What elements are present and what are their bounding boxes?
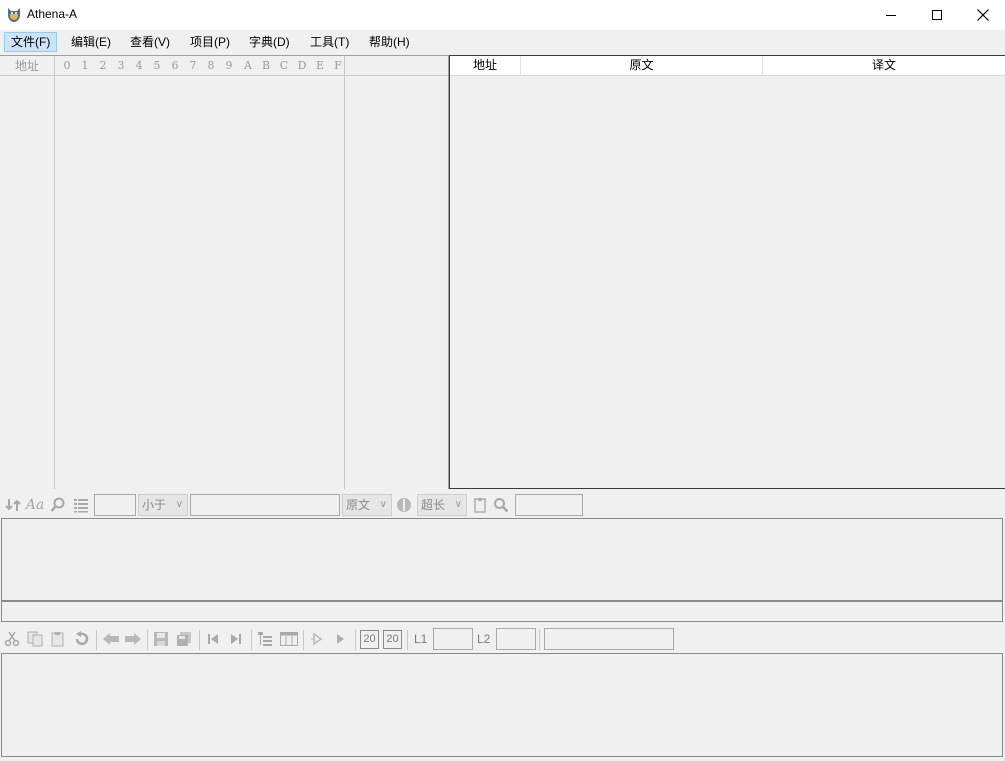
minimize-icon: [886, 15, 896, 16]
hex-digit-header: D: [297, 59, 307, 72]
status-field[interactable]: [544, 628, 674, 650]
hex-digit-header: 5: [153, 59, 161, 72]
compare-select[interactable]: 小于 ∨: [138, 494, 188, 516]
menu-dictionary[interactable]: 字典(D): [242, 32, 297, 52]
close-icon: [977, 9, 989, 21]
column-original[interactable]: 原文: [521, 56, 763, 76]
toolbar-separator: [147, 630, 148, 650]
l1-label: L1: [414, 632, 428, 646]
translation-text-area[interactable]: [1, 653, 1003, 757]
find-input[interactable]: [515, 494, 583, 516]
text-type-select-value: 原文: [346, 498, 371, 512]
hex-digit-header: C: [279, 59, 289, 72]
undo-icon[interactable]: [72, 630, 90, 648]
menu-edit[interactable]: 编辑(E): [64, 32, 118, 52]
search-icon[interactable]: [49, 496, 67, 514]
hex-digit-header: 8: [207, 59, 215, 72]
copy-icon[interactable]: [26, 630, 44, 648]
maximize-icon: [932, 10, 942, 20]
minimize-button[interactable]: [868, 0, 914, 30]
hex-view-panel[interactable]: 地址 0123456789ABCDEF: [0, 55, 449, 489]
arrow-left-icon[interactable]: [101, 630, 121, 648]
hex-digit-header: 9: [225, 59, 233, 72]
chevron-down-icon: ∨: [379, 499, 387, 510]
hex-digit-header: 0: [63, 59, 71, 72]
close-button[interactable]: [960, 0, 1005, 30]
paste-icon[interactable]: [49, 630, 67, 648]
menu-view[interactable]: 查看(V): [123, 32, 177, 52]
menu-project[interactable]: 项目(P): [183, 32, 237, 52]
first-item-icon[interactable]: [204, 630, 222, 648]
save-all-icon[interactable]: [175, 630, 193, 648]
hex-column-header: 0123456789ABCDEF: [55, 56, 344, 76]
hex-address-header: 地址: [0, 56, 54, 76]
find-icon[interactable]: [492, 496, 510, 514]
menu-tools[interactable]: 工具(T): [303, 32, 356, 52]
title-bar: Athena-A: [0, 0, 1005, 30]
hex-digit-header: 1: [81, 59, 89, 72]
tag-button-b[interactable]: 20: [383, 630, 402, 649]
font-icon[interactable]: Aa: [26, 496, 44, 514]
toolbar-separator: [355, 630, 356, 650]
hex-digit-header: E: [315, 59, 325, 72]
length-filter-select-value: 超长: [421, 498, 446, 512]
maximize-button[interactable]: [914, 0, 960, 30]
original-text-area[interactable]: [1, 518, 1003, 601]
save-icon[interactable]: [152, 630, 170, 648]
string-list-header: 地址 原文 译文: [450, 56, 1005, 76]
toolbar-separator: [96, 630, 97, 650]
window-title: Athena-A: [27, 7, 78, 21]
toolbar-separator: [539, 630, 540, 650]
length-filter-select[interactable]: 超长 ∨: [417, 494, 467, 516]
step-next-icon[interactable]: [309, 630, 327, 648]
hex-digit-header: A: [244, 59, 252, 72]
columns-icon[interactable]: [279, 630, 299, 648]
list-icon[interactable]: [72, 496, 90, 514]
tag-button-a[interactable]: 20: [360, 630, 379, 649]
hex-digit-header: 6: [171, 59, 179, 72]
hex-ascii-header: [345, 56, 448, 76]
chevron-down-icon: ∨: [175, 499, 183, 510]
string-list-panel[interactable]: 地址 原文 译文: [449, 55, 1005, 489]
compare-select-value: 小于: [142, 498, 167, 512]
last-item-icon[interactable]: [227, 630, 245, 648]
info-line[interactable]: [1, 601, 1003, 622]
l2-label: L2: [477, 632, 491, 646]
chevron-down-icon: ∨: [454, 499, 462, 510]
menu-file[interactable]: 文件(F): [4, 32, 58, 52]
text-type-select[interactable]: 原文 ∨: [342, 494, 392, 516]
menu-help[interactable]: 帮助(H): [362, 32, 417, 52]
hex-digit-header: B: [261, 59, 271, 72]
refresh-icon[interactable]: [4, 496, 22, 514]
hex-digit-header: 3: [117, 59, 125, 72]
play-icon[interactable]: [331, 630, 349, 648]
hex-digit-header: 2: [99, 59, 107, 72]
l1-input[interactable]: [433, 628, 473, 650]
filter-toolbar: Aa 小于 ∨ 原文 ∨ 超长 ∨: [0, 492, 1005, 518]
hex-digit-header: 7: [189, 59, 197, 72]
hex-digit-header: 4: [135, 59, 143, 72]
cut-icon[interactable]: [3, 630, 21, 648]
toolbar-separator: [199, 630, 200, 650]
filter-text-input[interactable]: [190, 494, 340, 516]
paste-icon[interactable]: [471, 496, 489, 514]
hex-address-divider: [54, 56, 55, 489]
edit-toolbar: 20 20 L1 L2: [0, 628, 1005, 652]
toolbar-separator: [407, 630, 408, 650]
arrow-right-icon[interactable]: [123, 630, 143, 648]
toolbar-separator: [303, 630, 304, 650]
column-address[interactable]: 地址: [450, 56, 521, 76]
compare-toggle-icon[interactable]: [395, 496, 413, 514]
length-value-input[interactable]: [94, 494, 136, 516]
hex-ascii-divider: [344, 56, 345, 489]
toolbar-separator: [251, 630, 252, 650]
athena-app-icon: [8, 8, 20, 22]
column-translation[interactable]: 译文: [763, 56, 1005, 76]
menu-bar: 文件(F) 编辑(E) 查看(V) 项目(P) 字典(D) 工具(T) 帮助(H…: [0, 30, 1005, 54]
tree-list-icon[interactable]: [256, 630, 274, 648]
l2-input[interactable]: [496, 628, 536, 650]
